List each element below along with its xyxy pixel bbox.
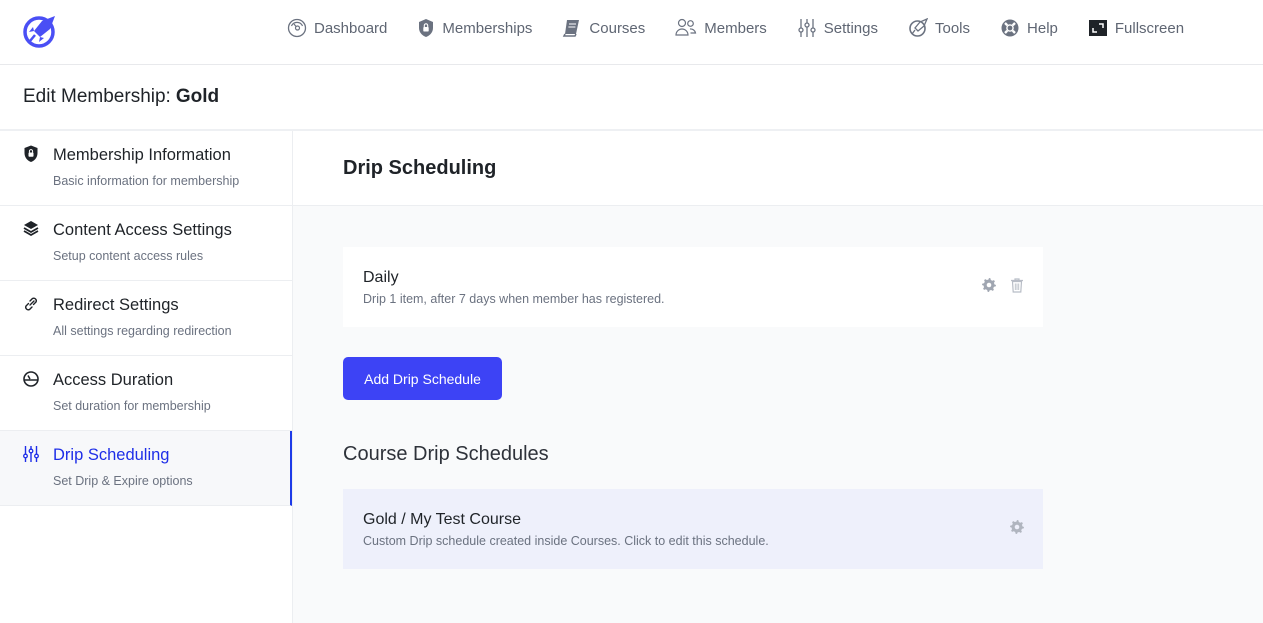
sidebar-item-subtitle: All settings regarding redirection [53,324,232,338]
nav-help[interactable]: Help [1000,18,1058,38]
shield-lock-icon [24,145,38,162]
schedule-description: Drip 1 item, after 7 days when member ha… [363,292,665,306]
main-menu: Dashboard Memberships Courses Members Se… [287,18,1184,38]
sliders-icon [798,19,816,37]
speedometer-icon [287,18,307,38]
sidebar-item-title: Access Duration [53,371,174,389]
book-icon [563,20,580,37]
fullscreen-icon [1088,20,1107,36]
sidebar-item-title: Content Access Settings [53,221,232,239]
trash-icon[interactable] [1009,277,1025,298]
main-content: Drip Scheduling Daily Drip 1 item, after… [293,131,1263,623]
nav-label: Courses [589,19,646,37]
users-icon [675,18,697,36]
nav-label: Help [1027,19,1058,37]
sidebar-item-drip-scheduling[interactable]: Drip Scheduling Set Drip & Expire option… [0,431,292,506]
link-icon [25,297,37,311]
sidebar-item-title: Membership Information [53,146,231,164]
nav-fullscreen[interactable]: Fullscreen [1088,18,1184,38]
nav-tools[interactable]: Tools [908,18,970,38]
nav-label: Tools [935,19,971,37]
settings-sidebar: Membership Information Basic information… [0,131,293,623]
gear-icon[interactable] [981,277,997,298]
clock-icon [23,371,39,387]
course-schedule-title: Gold / My Test Course [363,511,521,528]
sidebar-item-subtitle: Set Drip & Expire options [53,474,193,488]
nav-label: Dashboard [314,19,388,37]
nav-memberships[interactable]: Memberships [417,18,532,38]
layers-icon [23,221,39,237]
sidebar-item-membership-information[interactable]: Membership Information Basic information… [0,131,292,206]
sidebar-item-redirect-settings[interactable]: Redirect Settings All settings regarding… [0,281,292,356]
section-title: Drip Scheduling [293,131,1263,206]
course-schedule-description: Custom Drip schedule created inside Cour… [363,534,769,548]
nav-members[interactable]: Members [675,18,767,38]
sidebar-item-title: Redirect Settings [53,296,179,314]
page-title: Edit Membership: Gold [0,65,1263,131]
nav-settings[interactable]: Settings [797,18,878,38]
nav-label: Memberships [442,19,533,37]
nav-courses[interactable]: Courses [562,18,645,38]
rocket-icon [909,18,928,37]
sidebar-item-subtitle: Setup content access rules [53,249,204,263]
add-drip-schedule-button[interactable]: Add Drip Schedule [343,357,502,400]
rocket-logo-icon[interactable] [22,13,58,49]
membership-name: Gold [175,86,220,107]
sidebar-item-content-access-settings[interactable]: Content Access Settings Setup content ac… [0,206,292,281]
shield-lock-icon [419,19,434,37]
nav-label: Members [704,19,767,37]
top-navigation: Dashboard Memberships Courses Members Se… [0,0,1263,65]
page-title-prefix: Edit Membership: [23,86,171,107]
drip-schedule-card[interactable]: Daily Drip 1 item, after 7 days when mem… [343,247,1043,327]
nav-label: Fullscreen [1114,19,1185,37]
gear-icon[interactable] [1009,519,1025,540]
schedule-title: Daily [363,269,399,286]
sidebar-item-access-duration[interactable]: Access Duration Set duration for members… [0,356,292,431]
course-drip-schedules-heading: Course Drip Schedules [343,443,549,465]
course-drip-schedule-card[interactable]: Gold / My Test Course Custom Drip schedu… [343,489,1043,569]
lifebuoy-icon [1001,19,1019,37]
nav-label: Settings [823,19,878,37]
sidebar-item-subtitle: Basic information for membership [53,174,240,188]
sidebar-item-title: Drip Scheduling [53,446,170,464]
sidebar-item-subtitle: Set duration for membership [53,399,211,413]
nav-dashboard[interactable]: Dashboard [287,18,387,38]
sliders-icon [23,446,39,462]
